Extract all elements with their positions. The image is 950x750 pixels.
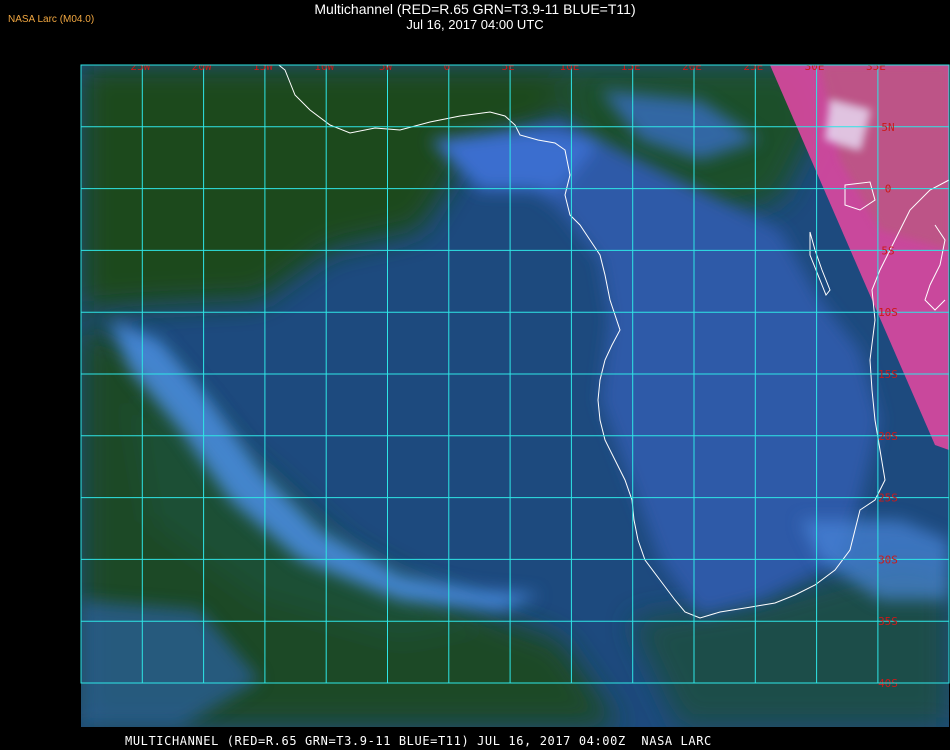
footer-caption: MULTICHANNEL (RED=R.65 GRN=T3.9-11 BLUE=… bbox=[125, 734, 712, 748]
latitude-label: 5S bbox=[881, 244, 894, 257]
latitude-label: 15S bbox=[878, 368, 898, 381]
longitude-label: 15W bbox=[253, 60, 273, 73]
longitude-label: 20W bbox=[192, 60, 212, 73]
longitude-label: 10E bbox=[559, 60, 579, 73]
latitude-label: 5N bbox=[881, 121, 894, 134]
longitude-label: 25E bbox=[743, 60, 763, 73]
latitude-label: 0 bbox=[885, 183, 892, 196]
longitude-label: 20E bbox=[682, 60, 702, 73]
latitude-label: 30S bbox=[878, 553, 898, 566]
latitude-label: 35S bbox=[878, 615, 898, 628]
page-title: Multichannel (RED=R.65 GRN=T3.9-11 BLUE=… bbox=[314, 1, 636, 17]
latitude-label: 10S bbox=[878, 306, 898, 319]
longitude-label: 5E bbox=[501, 60, 514, 73]
longitude-label: 0 bbox=[443, 60, 450, 73]
longitude-label: 5W bbox=[379, 60, 393, 73]
latitude-label: 20S bbox=[878, 430, 898, 443]
longitude-label: 35E bbox=[866, 60, 886, 73]
longitude-label: 10W bbox=[314, 60, 334, 73]
longitude-label: 25W bbox=[130, 60, 150, 73]
longitude-label: 15E bbox=[621, 60, 641, 73]
longitude-label: 30E bbox=[805, 60, 825, 73]
satellite-map: 25W 20W 15W 10W 5W 0 5E 10E 15E 20E 25E 30E 35E 5N 0 5… bbox=[80, 60, 950, 727]
latitude-label: 25S bbox=[878, 492, 898, 505]
timestamp: Jul 16, 2017 04:00 UTC bbox=[406, 17, 544, 32]
